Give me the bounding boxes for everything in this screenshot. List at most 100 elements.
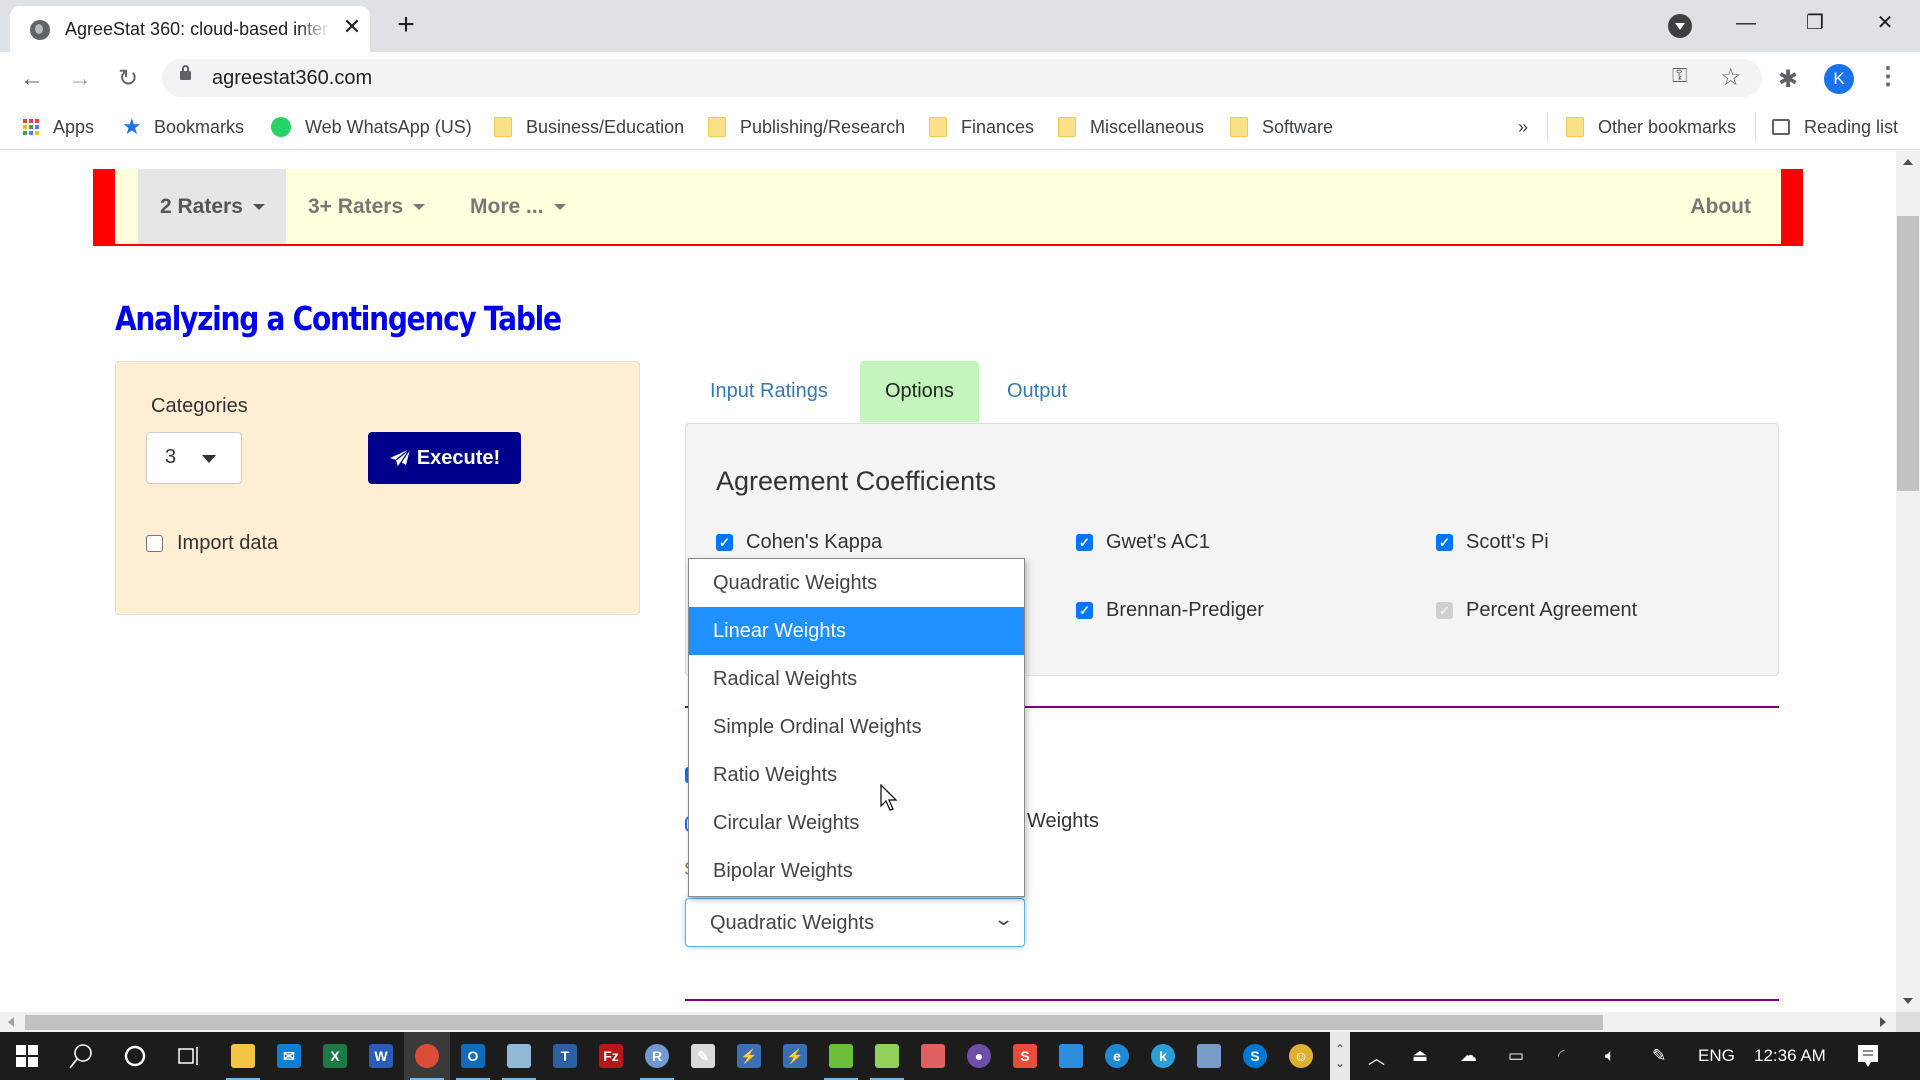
- taskbar-app-excel[interactable]: X: [312, 1032, 358, 1080]
- execute-button[interactable]: Execute!: [368, 432, 521, 484]
- key-icon[interactable]: ⚿: [1672, 65, 1687, 88]
- bookmark-whatsapp[interactable]: Web WhatsApp (US): [271, 114, 472, 140]
- bookmark-folder[interactable]: Business/Education: [494, 114, 684, 140]
- taskbar-app-notepad[interactable]: [496, 1032, 542, 1080]
- address-bar[interactable]: agreestat360.com ⚿ ☆: [162, 59, 1762, 97]
- tab-options[interactable]: Options: [860, 361, 979, 422]
- scroll-right-arrow-icon[interactable]: [1880, 1017, 1886, 1027]
- nav-more[interactable]: More ...: [448, 169, 588, 244]
- coef-brennan-prediger[interactable]: ✓ Brennan-Prediger: [1076, 599, 1264, 622]
- notification-center-button[interactable]: [1857, 1032, 1879, 1080]
- back-button[interactable]: ←: [17, 64, 47, 94]
- vertical-scroll-thumb[interactable]: [1897, 216, 1919, 491]
- url-text[interactable]: agreestat360.com: [212, 67, 372, 90]
- coef-gwets-ac1[interactable]: ✓ Gwet's AC1: [1076, 531, 1210, 554]
- taskbar-app-network-2[interactable]: ⚡: [772, 1032, 818, 1080]
- cortana-button[interactable]: [112, 1032, 158, 1080]
- bookmark-folder[interactable]: Miscellaneous: [1058, 114, 1204, 140]
- weights-option[interactable]: Simple Ordinal Weights: [689, 703, 1024, 751]
- checkbox-checked-icon[interactable]: ✓: [1076, 602, 1093, 619]
- wifi-icon[interactable]: ◜: [1558, 1032, 1565, 1080]
- close-window-button[interactable]: ✕: [1860, 8, 1910, 38]
- bookmarks-overflow-button[interactable]: »: [1518, 114, 1528, 140]
- battery-icon[interactable]: ▭: [1508, 1032, 1524, 1080]
- tab-output[interactable]: Output: [982, 361, 1092, 422]
- extensions-puzzle-icon[interactable]: ✱: [1778, 65, 1798, 94]
- taskbar-app-mail[interactable]: ✉: [266, 1032, 312, 1080]
- weights-option[interactable]: Quadratic Weights: [689, 559, 1024, 607]
- weights-option[interactable]: Bipolar Weights: [689, 847, 1024, 895]
- bookmark-bookmarks[interactable]: ★ Bookmarks: [122, 114, 244, 140]
- weights-option[interactable]: Circular Weights: [689, 799, 1024, 847]
- taskbar-app-texstudio[interactable]: T: [542, 1032, 588, 1080]
- taskbar-app-word[interactable]: W: [358, 1032, 404, 1080]
- chevron-down-icon[interactable]: ⌄: [1335, 1056, 1345, 1070]
- weights-option[interactable]: Linear Weights: [689, 607, 1024, 655]
- scroll-left-arrow-icon[interactable]: [8, 1017, 14, 1027]
- taskbar-app-network-1[interactable]: ⚡: [726, 1032, 772, 1080]
- more-menu-icon[interactable]: ⋮: [1876, 62, 1900, 91]
- coef-scotts-pi[interactable]: ✓ Scott's Pi: [1436, 531, 1549, 554]
- reload-button[interactable]: ↻: [113, 64, 143, 94]
- taskbar-app-skype[interactable]: S: [1232, 1032, 1278, 1080]
- bookmark-other[interactable]: Other bookmarks: [1566, 114, 1736, 140]
- restore-button[interactable]: ❐: [1790, 8, 1840, 38]
- taskbar-app-outlook[interactable]: O: [450, 1032, 496, 1080]
- taskbar-app-notepad-plus[interactable]: [864, 1032, 910, 1080]
- taskbar-app-r[interactable]: R: [634, 1032, 680, 1080]
- lock-icon[interactable]: [180, 65, 191, 80]
- nav-2-raters[interactable]: 2 Raters: [138, 169, 286, 244]
- weights-select[interactable]: Quadratic Weights ⌄: [685, 898, 1025, 947]
- nav-about[interactable]: About: [1668, 169, 1773, 244]
- horizontal-scrollbar[interactable]: [0, 1012, 1896, 1032]
- taskbar-app-k-app[interactable]: k: [1140, 1032, 1186, 1080]
- pen-icon[interactable]: ✎: [1652, 1032, 1666, 1080]
- onedrive-icon[interactable]: ☁: [1460, 1032, 1477, 1080]
- taskbar-app-phone[interactable]: [1048, 1032, 1094, 1080]
- usb-icon[interactable]: ⏏: [1412, 1032, 1428, 1080]
- taskbar-app-github[interactable]: ●: [956, 1032, 1002, 1080]
- browser-tab[interactable]: AgreeStat 360: cloud-based inter-rater r…: [10, 6, 370, 52]
- checkbox[interactable]: [146, 535, 163, 552]
- weights-option[interactable]: Ratio Weights: [689, 751, 1024, 799]
- coef-cohens-kappa[interactable]: ✓ Cohen's Kappa: [716, 531, 882, 554]
- taskbar-scroll[interactable]: ⌃ ⌄: [1330, 1032, 1350, 1080]
- taskbar-app-paint[interactable]: [1186, 1032, 1232, 1080]
- weights-option[interactable]: Radical Weights: [689, 655, 1024, 703]
- close-tab-icon[interactable]: ✕: [340, 15, 364, 39]
- checkbox-checked-icon[interactable]: ✓: [716, 534, 733, 551]
- task-view-button[interactable]: [166, 1032, 212, 1080]
- scroll-up-arrow-icon[interactable]: [1903, 159, 1913, 165]
- nav-3plus-raters[interactable]: 3+ Raters: [286, 169, 447, 244]
- taskbar-app-excel-green[interactable]: [818, 1032, 864, 1080]
- new-tab-button[interactable]: +: [392, 10, 420, 40]
- horizontal-scroll-thumb[interactable]: [25, 1015, 1603, 1030]
- language-indicator[interactable]: ENG: [1698, 1032, 1735, 1080]
- show-hidden-icons-button[interactable]: ︿: [1368, 1032, 1385, 1080]
- checkbox-checked-icon[interactable]: ✓: [1436, 534, 1453, 551]
- taskbar-app-chrome[interactable]: [404, 1032, 450, 1080]
- import-data-checkbox[interactable]: Import data: [146, 532, 278, 555]
- taskbar-app-filezilla[interactable]: Fz: [588, 1032, 634, 1080]
- taskbar-app-smiley[interactable]: ☺: [1278, 1032, 1324, 1080]
- bookmark-star-icon[interactable]: ☆: [1720, 63, 1742, 92]
- vertical-scrollbar[interactable]: [1896, 151, 1920, 1012]
- bookmark-apps[interactable]: Apps: [23, 114, 94, 140]
- forward-button[interactable]: →: [65, 64, 95, 94]
- taskbar-app-editor[interactable]: ✎: [680, 1032, 726, 1080]
- taskbar-app-smartgit[interactable]: S: [1002, 1032, 1048, 1080]
- scroll-down-arrow-icon[interactable]: [1903, 998, 1913, 1004]
- minimize-button[interactable]: —: [1721, 8, 1771, 38]
- bookmark-folder[interactable]: Finances: [929, 114, 1034, 140]
- volume-icon[interactable]: 🔈︎: [1605, 1032, 1615, 1080]
- taskbar-app-snipping[interactable]: [910, 1032, 956, 1080]
- clock[interactable]: 12:36 AM: [1754, 1032, 1826, 1080]
- start-button[interactable]: [4, 1032, 50, 1080]
- checkbox-checked-icon[interactable]: ✓: [1076, 534, 1093, 551]
- tab-input-ratings[interactable]: Input Ratings: [685, 361, 853, 422]
- bookmark-folder[interactable]: Software: [1230, 114, 1333, 140]
- categories-select[interactable]: 3: [146, 432, 242, 484]
- chevron-up-icon[interactable]: ⌃: [1335, 1042, 1345, 1056]
- search-button[interactable]: [58, 1032, 104, 1080]
- tab-search-icon[interactable]: [1668, 14, 1692, 38]
